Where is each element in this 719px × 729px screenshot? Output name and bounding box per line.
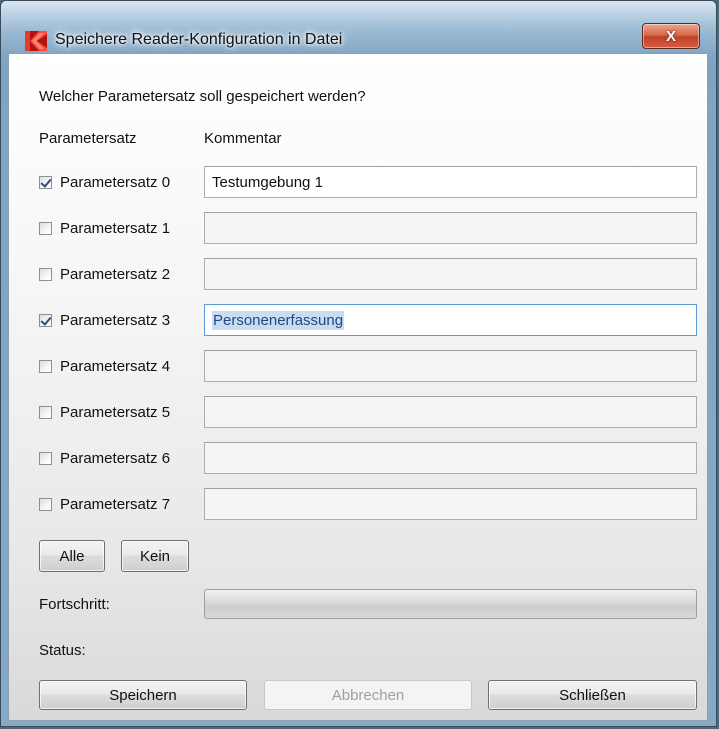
- checkbox-unchecked-icon[interactable]: [39, 406, 52, 419]
- parameter-checkbox-4[interactable]: Parametersatz 4: [39, 358, 170, 375]
- checkbox-checked-icon[interactable]: [39, 314, 52, 327]
- comment-input-3[interactable]: Personenerfassung: [204, 304, 697, 336]
- close-icon: X: [665, 27, 676, 45]
- checkbox-unchecked-icon[interactable]: [39, 452, 52, 465]
- header-comment: Kommentar: [204, 130, 282, 147]
- select-all-button[interactable]: Alle: [39, 540, 105, 572]
- close-button[interactable]: Schließen: [488, 680, 697, 710]
- parameter-checkbox-7[interactable]: Parametersatz 7: [39, 496, 170, 513]
- parameter-checkbox-0[interactable]: Parametersatz 0: [39, 174, 170, 191]
- comment-input-0[interactable]: [204, 166, 697, 198]
- select-none-button[interactable]: Kein: [121, 540, 189, 572]
- window-title: Speichere Reader-Konfiguration in Datei: [55, 31, 343, 48]
- status-label: Status:: [39, 642, 86, 659]
- parameter-row: Parametersatz 1: [9, 212, 707, 246]
- parameter-label: Parametersatz 2: [60, 266, 171, 283]
- progress-bar: [204, 589, 697, 619]
- cancel-button[interactable]: Abbrechen: [264, 680, 472, 710]
- dialog-content: Welcher Parametersatz soll gespeichert w…: [8, 53, 708, 721]
- parameter-row: Parametersatz 6: [9, 442, 707, 476]
- parameter-checkbox-1[interactable]: Parametersatz 1: [39, 220, 170, 237]
- app-logo-icon: [25, 31, 47, 51]
- parameter-row: Parametersatz 3 Personenerfassung: [9, 304, 707, 338]
- comment-input-1[interactable]: [204, 212, 697, 244]
- parameter-label: Parametersatz 0: [60, 174, 171, 191]
- save-button[interactable]: Speichern: [39, 680, 247, 710]
- checkbox-unchecked-icon[interactable]: [39, 498, 52, 511]
- comment-input-4[interactable]: [204, 350, 697, 382]
- checkbox-unchecked-icon[interactable]: [39, 360, 52, 373]
- header-parameter: Parametersatz: [39, 130, 137, 147]
- title-bar[interactable]: Speichere Reader-Konfiguration in Datei …: [1, 1, 716, 51]
- checkbox-checked-icon[interactable]: [39, 176, 52, 189]
- comment-input-7[interactable]: [204, 488, 697, 520]
- parameter-row: Parametersatz 0: [9, 166, 707, 200]
- window-close-button[interactable]: X: [642, 23, 700, 49]
- parameter-label: Parametersatz 4: [60, 358, 171, 375]
- parameter-label: Parametersatz 5: [60, 404, 171, 421]
- parameter-row: Parametersatz 2: [9, 258, 707, 292]
- checkbox-unchecked-icon[interactable]: [39, 268, 52, 281]
- comment-input-2[interactable]: [204, 258, 697, 290]
- parameter-label: Parametersatz 7: [60, 496, 171, 513]
- selected-comment-text: Personenerfassung: [212, 310, 345, 330]
- parameter-row: Parametersatz 4: [9, 350, 707, 384]
- parameter-row: Parametersatz 7: [9, 488, 707, 522]
- checkbox-unchecked-icon[interactable]: [39, 222, 52, 235]
- parameter-label: Parametersatz 6: [60, 450, 171, 467]
- dialog-window: Speichere Reader-Konfiguration in Datei …: [0, 0, 717, 727]
- parameter-row: Parametersatz 5: [9, 396, 707, 430]
- question-text: Welcher Parametersatz soll gespeichert w…: [39, 88, 366, 105]
- comment-input-6[interactable]: [204, 442, 697, 474]
- comment-input-5[interactable]: [204, 396, 697, 428]
- parameter-checkbox-3[interactable]: Parametersatz 3: [39, 312, 170, 329]
- parameter-label: Parametersatz 1: [60, 220, 171, 237]
- parameter-checkbox-2[interactable]: Parametersatz 2: [39, 266, 170, 283]
- parameter-checkbox-6[interactable]: Parametersatz 6: [39, 450, 170, 467]
- parameter-label: Parametersatz 3: [60, 312, 171, 329]
- progress-label: Fortschritt:: [39, 596, 110, 613]
- parameter-checkbox-5[interactable]: Parametersatz 5: [39, 404, 170, 421]
